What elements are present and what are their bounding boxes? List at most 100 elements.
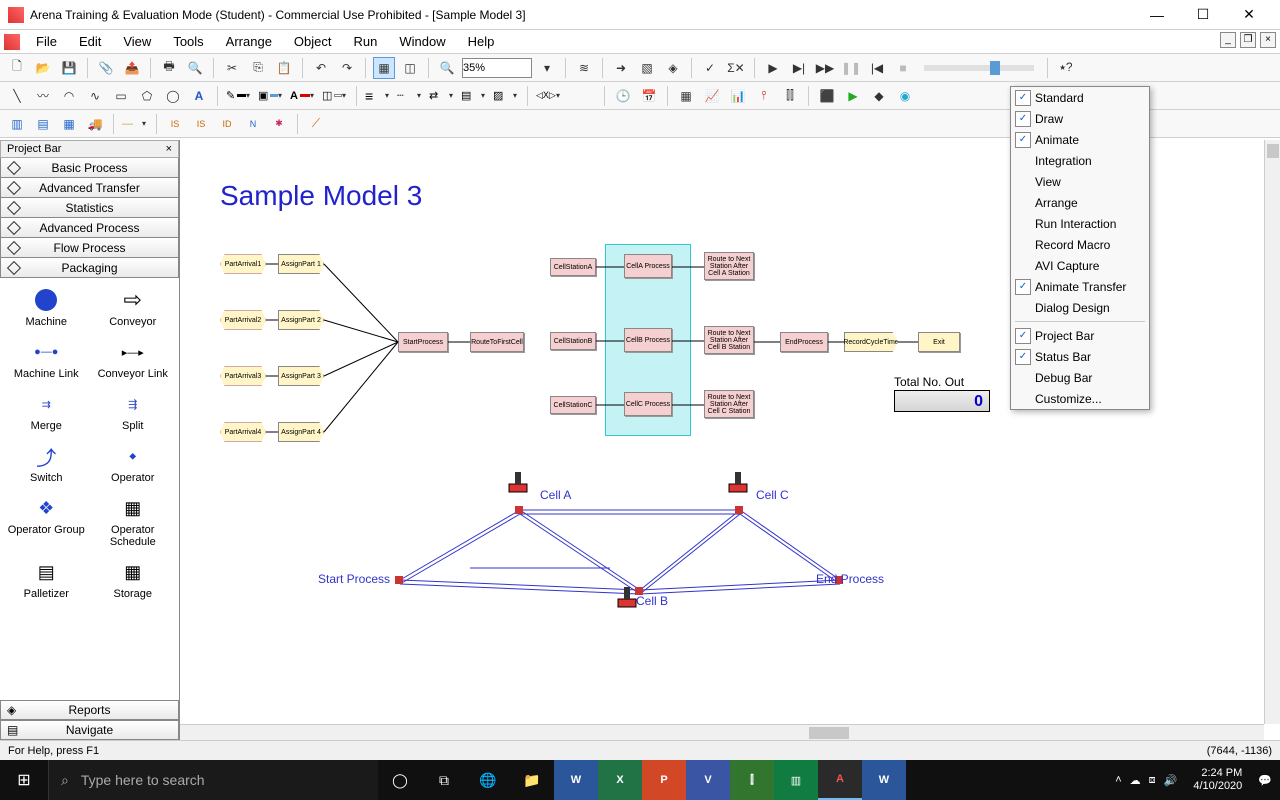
block-route-a[interactable]: Route to Next Station After Cell A Stati… xyxy=(704,252,754,280)
popup-item-arrange[interactable]: Arrange xyxy=(1011,192,1149,213)
block-route-c[interactable]: Route to Next Station After Cell C Stati… xyxy=(704,390,754,418)
cortana-button[interactable]: ◯ xyxy=(378,760,422,800)
taskbar-search[interactable]: ⌕ Type here to search xyxy=(48,760,378,800)
polygon-tool-button[interactable]: ⬠ xyxy=(136,85,158,107)
block-cellstationb[interactable]: CellStationB xyxy=(550,332,596,350)
start-button[interactable]: ⊞ xyxy=(0,760,48,800)
popup-item-integration[interactable]: Integration xyxy=(1011,150,1149,171)
block-partarrival1[interactable]: PartArrival1 xyxy=(220,254,266,274)
pause-button[interactable]: ❚❚ xyxy=(840,57,862,79)
level-animate-button[interactable]: 📈 xyxy=(701,85,723,107)
block-endprocess[interactable]: EndProcess xyxy=(780,332,828,352)
popup-item-record-macro[interactable]: Record Macro xyxy=(1011,234,1149,255)
tray-volume-icon[interactable]: 🔊 xyxy=(1164,774,1178,787)
line-pattern-button[interactable]: ▤▾ xyxy=(460,86,488,106)
network-button[interactable]: ✱ xyxy=(268,113,290,135)
block-route-b[interactable]: Route to Next Station After Cell B Stati… xyxy=(704,326,754,354)
connect-toggle-button[interactable]: ▦ xyxy=(373,57,395,79)
comment-button[interactable]: ◈ xyxy=(662,57,684,79)
section-flow-process[interactable]: Flow Process xyxy=(0,238,179,258)
start-over-button[interactable]: |◀ xyxy=(866,57,888,79)
popup-item-customize-[interactable]: Customize... xyxy=(1011,388,1149,409)
plot-animate-button[interactable]: ⫯ xyxy=(753,85,775,107)
menu-edit[interactable]: Edit xyxy=(69,31,111,52)
section-statistics[interactable]: Statistics xyxy=(0,198,179,218)
module-merge[interactable]: ⇉Merge xyxy=(4,388,89,434)
module-operator[interactable]: ⬩Operator xyxy=(91,440,176,486)
zoom-selector[interactable] xyxy=(462,58,532,78)
menu-window[interactable]: Window xyxy=(389,31,455,52)
popup-item-avi-capture[interactable]: AVI Capture xyxy=(1011,255,1149,276)
block-partarrival3[interactable]: PartArrival3 xyxy=(220,366,266,386)
popup-checkbox[interactable]: ✓ xyxy=(1015,349,1031,365)
route-button[interactable]: IS xyxy=(190,113,212,135)
show-dimensions-button[interactable]: ◁X▷▾ xyxy=(535,86,563,106)
text-tool-button[interactable]: A xyxy=(188,85,210,107)
horizontal-scrollbar[interactable] xyxy=(180,724,1264,740)
popup-item-animate[interactable]: ✓Animate xyxy=(1011,129,1149,150)
station-animate-button[interactable]: ◆ xyxy=(868,85,890,107)
tray-onedrive-icon[interactable]: ☁ xyxy=(1130,774,1141,787)
save-button[interactable]: 💾 xyxy=(58,57,80,79)
popup-checkbox[interactable]: ✓ xyxy=(1015,132,1031,148)
context-help-button[interactable]: ⭑? xyxy=(1055,57,1077,79)
arrow-style-button[interactable]: ⇄▾ xyxy=(428,86,456,106)
storage-animate-button[interactable]: ▥ xyxy=(6,113,28,135)
global-animate-button[interactable]: ▶ xyxy=(842,85,864,107)
block-assignpart2[interactable]: AssignPart 2 xyxy=(278,310,324,330)
line-tool-button[interactable]: ╲ xyxy=(6,85,28,107)
module-machine-link[interactable]: ●—●Machine Link xyxy=(4,336,89,382)
menu-file[interactable]: File xyxy=(26,31,67,52)
block-recordcycletime[interactable]: RecordCycleTime xyxy=(844,332,898,352)
menu-arrange[interactable]: Arrange xyxy=(216,31,282,52)
powerpoint-taskbar-icon[interactable]: P xyxy=(642,760,686,800)
block-partarrival2[interactable]: PartArrival2 xyxy=(220,310,266,330)
histogram-animate-button[interactable]: 📊 xyxy=(727,85,749,107)
block-assignpart4[interactable]: AssignPart 4 xyxy=(278,422,324,442)
module-conveyor[interactable]: ⇨Conveyor xyxy=(91,284,176,330)
popup-checkbox[interactable]: ✓ xyxy=(1015,111,1031,127)
maximize-button[interactable]: ☐ xyxy=(1180,0,1226,30)
new-button[interactable]: 🗋 xyxy=(6,57,28,79)
close-button[interactable]: ✕ xyxy=(1226,0,1272,30)
popup-item-dialog-design[interactable]: Dialog Design xyxy=(1011,297,1149,318)
module-palletizer[interactable]: ▤Palletizer xyxy=(4,556,89,602)
module-switch[interactable]: ⤴Switch xyxy=(4,440,89,486)
menu-view[interactable]: View xyxy=(113,31,161,52)
block-assignpart1[interactable]: AssignPart 1 xyxy=(278,254,324,274)
block-partarrival4[interactable]: PartArrival4 xyxy=(220,422,266,442)
taskview-button[interactable]: ⧉ xyxy=(422,760,466,800)
menu-run[interactable]: Run xyxy=(344,31,388,52)
fill-color-button[interactable]: ▣▾ xyxy=(257,86,285,106)
tray-clock[interactable]: 2:24 PM 4/10/2020 xyxy=(1185,767,1250,793)
section-reports[interactable]: ◈Reports xyxy=(0,700,179,720)
bezier-tool-button[interactable]: ∿ xyxy=(84,85,106,107)
submodel-button[interactable]: ➜ xyxy=(610,57,632,79)
project-taskbar-icon[interactable]: ⫿ xyxy=(730,760,774,800)
intersection-button[interactable]: IS xyxy=(164,113,186,135)
block-exit[interactable]: Exit xyxy=(918,332,960,352)
station-marker-button[interactable]: —▾ xyxy=(121,114,149,134)
popup-item-project-bar[interactable]: ✓Project Bar xyxy=(1011,325,1149,346)
block-routefirst[interactable]: RouteToFirstCell xyxy=(470,332,524,352)
tray-chevron-icon[interactable]: ˄ xyxy=(1115,774,1121,786)
step-button[interactable]: ▶| xyxy=(788,57,810,79)
template-attach-button[interactable]: 📎 xyxy=(95,57,117,79)
distance-button[interactable]: N xyxy=(242,113,264,135)
split-screen-button[interactable]: ◫ xyxy=(399,57,421,79)
section-navigate[interactable]: ▤Navigate xyxy=(0,720,179,740)
section-basic-process[interactable]: Basic Process xyxy=(0,158,179,178)
word-taskbar-icon[interactable]: W xyxy=(554,760,598,800)
box-tool-button[interactable]: ▭ xyxy=(110,85,132,107)
module-operator-schedule[interactable]: ▦Operator Schedule xyxy=(91,492,176,550)
module-storage[interactable]: ▦Storage xyxy=(91,556,176,602)
menu-object[interactable]: Object xyxy=(284,31,342,52)
block-cellc-process[interactable]: CellC Process xyxy=(624,392,672,416)
fill-pattern-button[interactable]: ▨▾ xyxy=(492,86,520,106)
popup-checkbox[interactable]: ✓ xyxy=(1015,279,1031,295)
queue-animate-button[interactable]: ⫿⫿ xyxy=(779,85,801,107)
clock-animate-button[interactable]: 🕒 xyxy=(612,85,634,107)
section-advanced-transfer[interactable]: Advanced Transfer xyxy=(0,178,179,198)
block-startprocess[interactable]: StartProcess xyxy=(398,332,448,352)
section-packaging[interactable]: Packaging xyxy=(0,258,179,278)
